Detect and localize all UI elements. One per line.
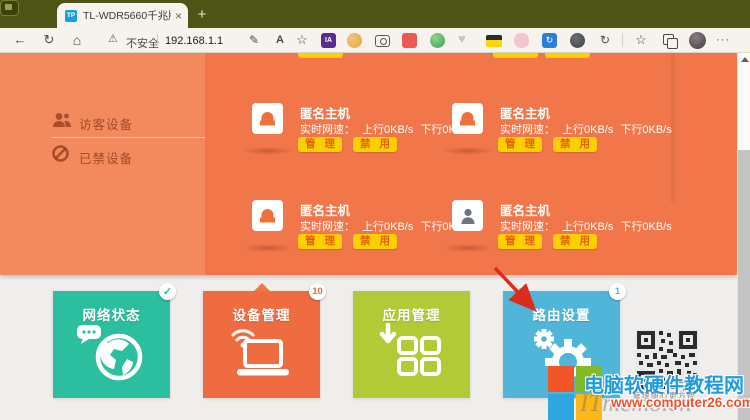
cutoff-button-sliver xyxy=(493,53,538,58)
nav-tile-network-status[interactable]: ✓ 网络状态 xyxy=(53,291,170,398)
device-card: 匿名主机 实时网速： 上行0KB/s 下行0KB/s 管 理 禁 用 xyxy=(452,103,692,165)
manage-button[interactable]: 管 理 xyxy=(498,234,542,249)
device-name: 匿名主机 xyxy=(300,200,350,219)
tile-label: 网络状态 xyxy=(53,304,170,324)
extension-red-icon[interactable] xyxy=(402,33,417,48)
new-tab-button[interactable]: + xyxy=(194,7,210,23)
heart-icon[interactable]: ♥ xyxy=(458,31,466,46)
disable-button[interactable]: 禁 用 xyxy=(353,137,397,152)
upload-speed: 上行0KB/s xyxy=(362,221,413,233)
ethernet-icon xyxy=(252,200,283,231)
icon-shadow xyxy=(242,147,294,155)
add-favorite-star-icon[interactable]: ☆ xyxy=(293,31,311,49)
url-divider: | xyxy=(156,32,159,46)
globe-chat-icon xyxy=(75,323,151,385)
count-badge: 10 xyxy=(309,283,326,300)
browser-tab-bar: TP TL-WDR5660千兆版 × + xyxy=(0,0,750,28)
icon-shadow xyxy=(242,244,294,252)
favorites-collections-icon[interactable]: ☆ xyxy=(632,31,650,49)
count-badge: 1 xyxy=(609,283,626,300)
manage-button[interactable]: 管 理 xyxy=(298,234,342,249)
active-tile-notch xyxy=(254,283,270,291)
guest-devices-icon xyxy=(52,112,72,128)
device-speed: 实时网速： 上行0KB/s 下行0KB/s xyxy=(500,121,679,137)
red-arrow-annotation xyxy=(480,255,560,325)
speed-label: 实时网速： xyxy=(300,221,355,233)
screenshot-root: TP TL-WDR5660千兆版 × + ← ↻ ⌂ ⚠ 不安全 | 192.1… xyxy=(0,0,750,420)
manage-button[interactable]: 管 理 xyxy=(298,137,342,152)
not-secure-warning-icon[interactable]: ⚠ xyxy=(108,32,118,45)
router-page-content: 访客设备 已禁设备 匿名主机 实时网速： 上行0KB/s 下行0KB/s xyxy=(0,53,737,275)
profile-avatar[interactable] xyxy=(689,32,706,49)
speed-label: 实时网速： xyxy=(500,221,555,233)
sidebar-item-banned-devices[interactable]: 已禁设备 xyxy=(79,148,133,167)
extension-history-icon[interactable]: ↻ xyxy=(542,33,557,48)
tab-actions-icon[interactable] xyxy=(0,0,19,16)
ethernet-icon xyxy=(452,103,483,134)
scrollbar-up-icon[interactable] xyxy=(741,57,749,62)
device-name: 匿名主机 xyxy=(500,200,550,219)
back-icon[interactable]: ← xyxy=(11,31,29,49)
scrollbar[interactable] xyxy=(737,53,750,420)
ethernet-icon xyxy=(252,103,283,134)
extension-dark-globe-icon[interactable] xyxy=(570,33,585,48)
disable-button[interactable]: 禁 用 xyxy=(353,234,397,249)
banned-devices-icon xyxy=(52,145,69,162)
nav-tile-app-management[interactable]: 应用管理 xyxy=(353,291,470,398)
disable-button[interactable]: 禁 用 xyxy=(553,137,597,152)
extension-cat-icon[interactable] xyxy=(514,33,529,48)
watermark-url: www.computer26.com xyxy=(611,395,750,410)
more-menu-icon[interactable]: ··· xyxy=(714,31,732,49)
toolbar-separator xyxy=(622,33,623,47)
device-card: 匿名主机 实时网速： 上行0KB/s 下行0KB/s 管 理 禁 用 xyxy=(452,200,692,262)
home-icon[interactable]: ⌂ xyxy=(68,31,86,49)
tab-title: TL-WDR5660千兆版 xyxy=(83,8,171,23)
browser-tab[interactable]: TP TL-WDR5660千兆版 × xyxy=(57,3,188,28)
upload-speed: 上行0KB/s xyxy=(562,221,613,233)
nav-tile-device-management[interactable]: 10 设备管理 xyxy=(203,291,320,398)
user-icon xyxy=(452,200,483,231)
refresh-icon[interactable]: ↻ xyxy=(40,31,58,49)
upload-speed: 上行0KB/s xyxy=(362,124,413,136)
extension-refresh-icon[interactable]: ↻ xyxy=(596,31,614,49)
read-aloud-icon[interactable]: A xyxy=(271,31,289,49)
cutoff-button-sliver xyxy=(545,53,590,58)
tile-label: 应用管理 xyxy=(353,304,470,324)
extension-yellow-icon[interactable] xyxy=(486,35,502,47)
device-name: 匿名主机 xyxy=(300,103,350,122)
sidebar: 访客设备 已禁设备 xyxy=(0,53,205,275)
tab-groups-icon[interactable] xyxy=(663,34,674,45)
speed-label: 实时网速： xyxy=(300,124,355,136)
sidebar-item-guest-devices[interactable]: 访客设备 xyxy=(79,114,133,133)
icon-shadow xyxy=(442,244,494,252)
pen-annotate-icon[interactable]: ✎ xyxy=(245,31,263,49)
sidebar-divider xyxy=(52,137,205,138)
download-speed: 下行0KB/s xyxy=(620,221,671,233)
upload-speed: 上行0KB/s xyxy=(562,124,613,136)
laptop-wifi-icon xyxy=(227,319,297,381)
cutoff-button-sliver xyxy=(298,53,343,58)
disable-button[interactable]: 禁 用 xyxy=(553,234,597,249)
device-speed: 实时网速： 上行0KB/s 下行0KB/s xyxy=(500,218,679,234)
extension-green-globe-icon[interactable] xyxy=(430,33,445,48)
tplink-favicon-icon: TP xyxy=(65,10,77,22)
device-name: 匿名主机 xyxy=(500,103,550,122)
speed-label: 实时网速： xyxy=(500,124,555,136)
icon-shadow xyxy=(442,147,494,155)
tab-close-icon[interactable]: × xyxy=(175,10,182,22)
extension-ia-icon[interactable]: IA xyxy=(321,33,336,48)
manage-button[interactable]: 管 理 xyxy=(498,137,542,152)
download-speed: 下行0KB/s xyxy=(620,124,671,136)
app-grid-download-icon xyxy=(378,323,446,383)
security-label[interactable]: 不安全 xyxy=(126,35,159,51)
screenshot-camera-icon[interactable] xyxy=(375,35,390,47)
device-list-panel: 匿名主机 实时网速： 上行0KB/s 下行0KB/s 管 理 禁 用 匿名主机 实时… xyxy=(205,53,737,275)
extension-orange-circle-icon[interactable] xyxy=(347,33,362,48)
check-badge: ✓ xyxy=(159,283,176,300)
address-url[interactable]: 192.168.1.1 xyxy=(165,35,223,47)
